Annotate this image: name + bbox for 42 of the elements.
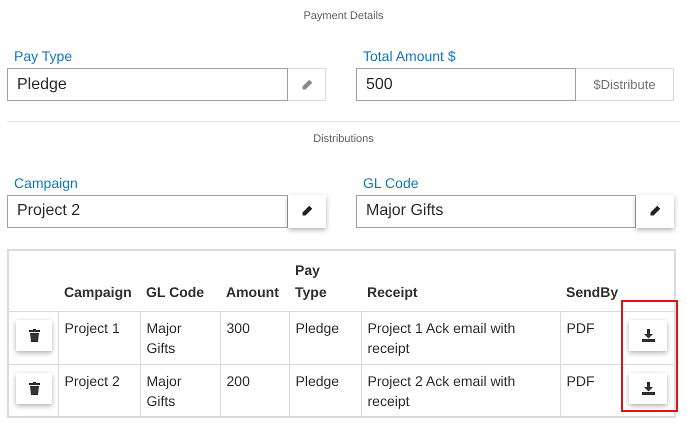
table-cell: 300 <box>226 320 250 336</box>
table-cell: Project 1 Ack email with receipt <box>368 320 516 356</box>
table-cell: Project 2 Ack email with receipt <box>368 372 516 408</box>
input-field[interactable]: Project 2 <box>7 194 288 228</box>
table-cell: PDF <box>566 320 594 336</box>
field-label: GL Code <box>363 174 419 192</box>
column-header: SendBy <box>566 284 618 300</box>
delete-button[interactable] <box>16 372 52 404</box>
trash-icon <box>28 328 40 342</box>
distribute-button[interactable]: $Distribute <box>576 68 674 101</box>
column-header: Pay Type <box>295 262 327 300</box>
table-cell: Project 1 <box>64 320 120 336</box>
table-cell: Project 2 <box>64 372 120 388</box>
trash-icon <box>28 382 40 394</box>
column-header: Amount <box>226 284 279 300</box>
pencil-icon <box>301 205 313 217</box>
download-button[interactable] <box>629 320 667 350</box>
pencil-icon <box>649 205 661 217</box>
field-label: Campaign <box>14 174 78 192</box>
input-field[interactable]: Major Gifts <box>356 194 636 228</box>
table-cell: PDF <box>566 372 594 388</box>
table-cell: Major Gifts <box>146 372 182 408</box>
table-cell: 200 <box>226 372 250 388</box>
pencil-icon <box>300 78 312 90</box>
section-title: Distributions <box>313 132 374 147</box>
column-header: GL Code <box>146 284 204 300</box>
download-icon <box>642 382 654 394</box>
column-header: Receipt <box>367 284 418 300</box>
input-field[interactable]: 500 <box>356 68 576 101</box>
table-cell: Major Gifts <box>146 320 182 356</box>
section-title: Payment Details <box>303 9 384 24</box>
column-header: Campaign <box>64 284 132 300</box>
delete-button[interactable] <box>16 320 52 350</box>
field-label: Total Amount $ <box>363 47 456 65</box>
table-cell: Pledge <box>296 320 340 336</box>
edit-button[interactable] <box>636 194 674 228</box>
table-cell: Pledge <box>296 372 340 388</box>
download-button[interactable] <box>629 372 667 404</box>
input-field[interactable]: Pledge <box>7 68 288 101</box>
field-label: Pay Type <box>14 47 72 65</box>
download-icon <box>642 328 654 342</box>
edit-button[interactable] <box>288 194 326 228</box>
